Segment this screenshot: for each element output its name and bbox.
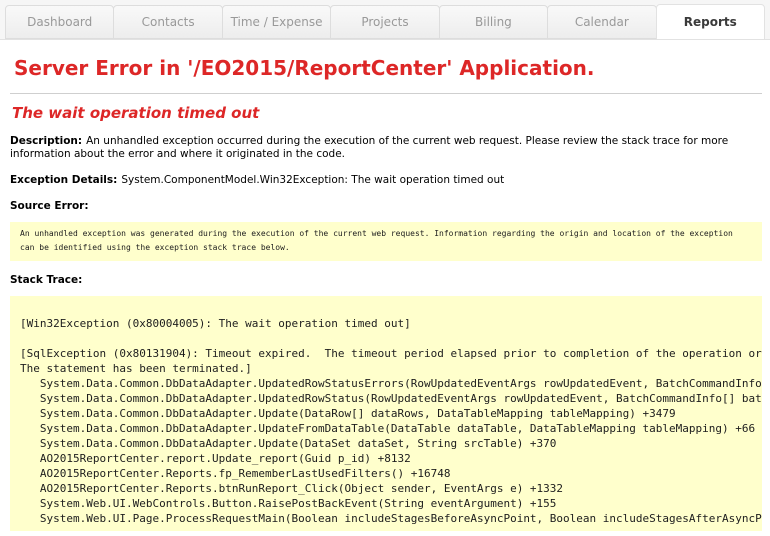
source-error-box: An unhandled exception was generated dur… (10, 222, 762, 261)
tab-reports[interactable]: Reports (655, 4, 765, 40)
tab-projects[interactable]: Projects (330, 5, 440, 39)
description-label: Description: (10, 135, 83, 147)
tab-calendar[interactable]: Calendar (547, 5, 657, 39)
source-error-label: Source Error: (10, 200, 89, 212)
title-divider (10, 93, 762, 94)
error-subtitle: The wait operation timed out (12, 104, 260, 122)
exception-details-label: Exception Details: (10, 174, 118, 186)
error-page-title: Server Error in '/EO2015/ReportCenter' A… (14, 56, 595, 80)
main-tab-bar: Dashboard Contacts Time / Expense Projec… (0, 0, 770, 40)
description-row: Description: An unhandled exception occur… (10, 135, 762, 161)
tab-contacts[interactable]: Contacts (113, 5, 223, 39)
tab-time-expense[interactable]: Time / Expense (221, 5, 332, 39)
stack-trace-label: Stack Trace: (10, 274, 83, 286)
description-text: An unhandled exception occurred during t… (10, 135, 729, 160)
tab-dashboard[interactable]: Dashboard (5, 5, 115, 39)
tab-billing[interactable]: Billing (438, 5, 549, 39)
error-page: Server Error in '/EO2015/ReportCenter' A… (0, 40, 770, 536)
exception-details-row: Exception Details: System.ComponentModel.… (10, 174, 762, 187)
stack-trace-box: [Win32Exception (0x80004005): The wait o… (10, 296, 762, 531)
exception-details-text: System.ComponentModel.Win32Exception: Th… (121, 174, 505, 186)
source-error-row: Source Error: (10, 200, 762, 213)
stack-trace-row: Stack Trace: (10, 274, 762, 287)
